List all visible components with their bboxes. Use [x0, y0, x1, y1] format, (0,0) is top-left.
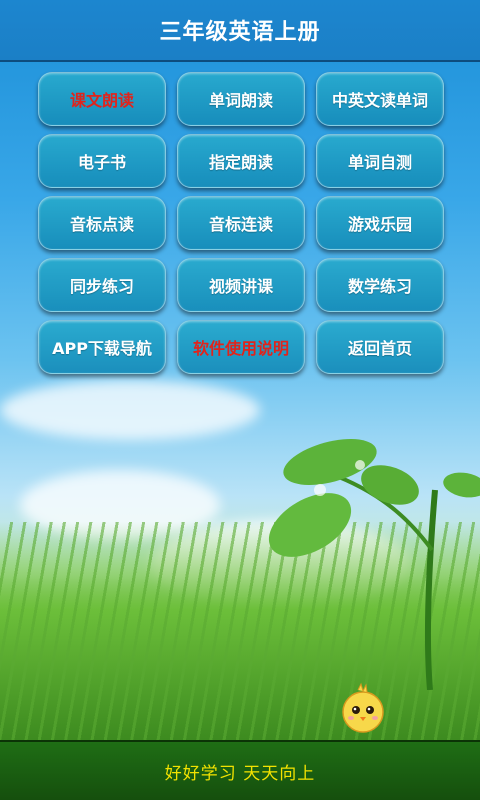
word-self-test-button[interactable]: 单词自测 [316, 134, 444, 188]
cloud-decoration [0, 380, 260, 440]
assigned-reading-button[interactable]: 指定朗读 [177, 134, 305, 188]
footer-slogan: 好好学习 天天向上 [164, 763, 316, 784]
home-button[interactable]: 返回首页 [316, 320, 444, 374]
bilingual-words-button[interactable]: 中英文读单词 [316, 72, 444, 126]
phonetic-blend-button[interactable]: 音标连读 [177, 196, 305, 250]
phonetic-click-read-button[interactable]: 音标点读 [38, 196, 166, 250]
video-lessons-button[interactable]: 视频讲课 [177, 258, 305, 312]
math-practice-button[interactable]: 数学练习 [316, 258, 444, 312]
software-guide-button[interactable]: 软件使用说明 [177, 320, 305, 374]
word-reading-button[interactable]: 单词朗读 [177, 72, 305, 126]
footer-bar: 好好学习 天天向上 [0, 740, 480, 800]
title-bar: 三年级英语上册 [0, 0, 480, 62]
menu-grid: 课文朗读 单词朗读 中英文读单词 电子书 指定朗读 单词自测 音标点读 音标连读… [38, 72, 448, 374]
page-title: 三年级英语上册 [159, 20, 321, 45]
game-park-button[interactable]: 游戏乐园 [316, 196, 444, 250]
chick-mascot-icon [342, 682, 384, 733]
plant-illustration [268, 439, 480, 690]
ebook-button[interactable]: 电子书 [38, 134, 166, 188]
sync-practice-button[interactable]: 同步练习 [38, 258, 166, 312]
text-reading-button[interactable]: 课文朗读 [38, 72, 166, 126]
app-download-nav-button[interactable]: APP下载导航 [38, 320, 166, 374]
